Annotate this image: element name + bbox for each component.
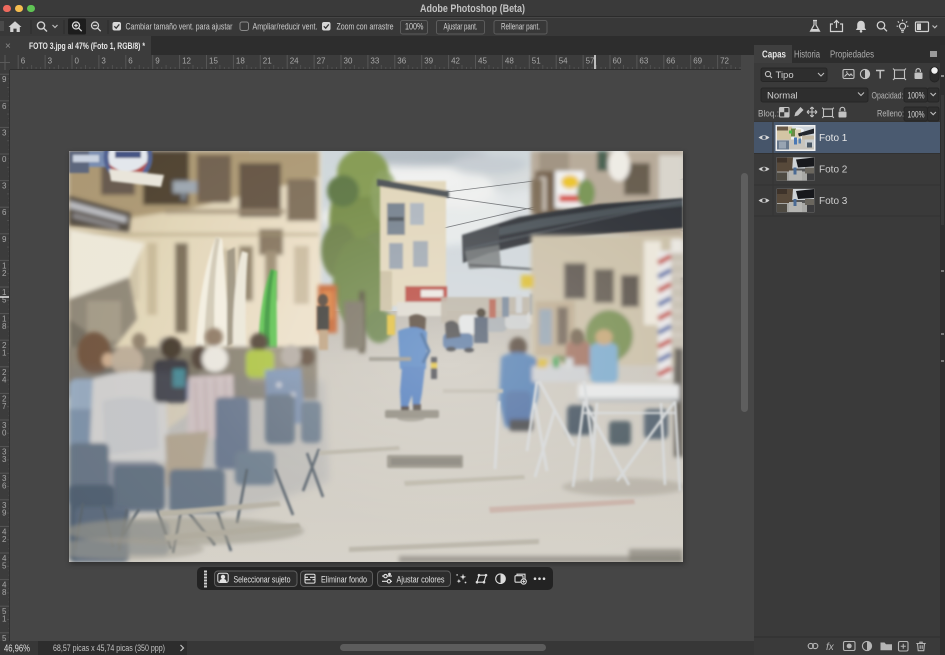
svg-text:9: 9 (2, 235, 7, 244)
svg-text:6: 6 (2, 102, 7, 111)
svg-text:57: 57 (586, 57, 595, 66)
svg-text:3: 3 (2, 128, 7, 137)
svg-text:6: 6 (2, 208, 7, 217)
svg-text:Tipo: Tipo (776, 70, 794, 81)
svg-text:0: 0 (2, 155, 7, 164)
svg-text:6: 6 (21, 57, 26, 66)
svg-text:Foto 3: Foto 3 (819, 196, 848, 207)
svg-text:Foto 2: Foto 2 (819, 165, 848, 176)
svg-text:9: 9 (155, 57, 160, 66)
svg-text:0: 0 (75, 57, 80, 66)
svg-text:Normal: Normal (767, 91, 798, 102)
svg-text:3: 3 (2, 182, 7, 191)
svg-text:100%: 100% (405, 22, 424, 33)
svg-text:7: 7 (2, 402, 7, 411)
svg-text:45: 45 (478, 57, 487, 66)
svg-text:60: 60 (613, 57, 622, 66)
svg-text:Zoom con arrastre: Zoom con arrastre (337, 22, 394, 33)
svg-text:3: 3 (2, 455, 7, 464)
svg-text:9: 9 (2, 508, 7, 517)
svg-text:8: 8 (2, 588, 7, 597)
svg-text:33: 33 (370, 57, 379, 66)
svg-text:×: × (5, 41, 11, 52)
svg-text:fx: fx (826, 642, 835, 653)
svg-text:1: 1 (2, 349, 7, 358)
svg-text:Propiedades: Propiedades (830, 50, 874, 61)
svg-text:15: 15 (209, 57, 218, 66)
svg-text:Cambiar tamaño vent. para ajus: Cambiar tamaño vent. para ajustar (126, 22, 233, 33)
svg-text:Adobe Photoshop (Beta): Adobe Photoshop (Beta) (420, 3, 525, 15)
svg-text:Relleno:: Relleno: (877, 109, 904, 120)
svg-text:5: 5 (2, 562, 7, 571)
svg-text:FOTO 3.jpg al 47% (Foto 1, RGB: FOTO 3.jpg al 47% (Foto 1, RGB/8) * (29, 41, 145, 52)
svg-text:0: 0 (2, 429, 7, 438)
svg-text:Eliminar fondo: Eliminar fondo (321, 574, 367, 585)
svg-text:39: 39 (424, 57, 433, 66)
svg-text:Foto 1: Foto 1 (819, 133, 848, 144)
svg-text:46,96%: 46,96% (4, 644, 30, 655)
svg-text:Bloq.:: Bloq.: (758, 109, 779, 120)
svg-text:5: 5 (2, 634, 7, 641)
svg-text:24: 24 (290, 57, 299, 66)
svg-text:69: 69 (693, 57, 702, 66)
svg-text:51: 51 (532, 57, 541, 66)
svg-text:9: 9 (2, 75, 7, 84)
svg-text:Opacidad:: Opacidad: (872, 91, 904, 102)
svg-text:66: 66 (666, 57, 675, 66)
svg-text:36: 36 (397, 57, 406, 66)
svg-text:6: 6 (2, 482, 7, 491)
svg-text:100%: 100% (908, 110, 925, 121)
svg-text:12: 12 (182, 57, 191, 66)
svg-text:54: 54 (559, 57, 568, 66)
svg-text:2: 2 (2, 269, 7, 278)
svg-text:3: 3 (101, 57, 106, 66)
svg-text:27: 27 (317, 57, 326, 66)
svg-text:Historia: Historia (794, 50, 820, 61)
svg-text:72: 72 (720, 57, 729, 66)
svg-text:Rellenar pant.: Rellenar pant. (501, 22, 540, 33)
svg-text:18: 18 (236, 57, 245, 66)
svg-text:63: 63 (639, 57, 648, 66)
svg-text:Ajustar colores: Ajustar colores (397, 574, 445, 585)
svg-text:68,57 picas x 45,74 picas (350: 68,57 picas x 45,74 picas (350 ppp) (53, 643, 165, 653)
svg-text:Capas: Capas (762, 50, 786, 61)
svg-text:48: 48 (505, 57, 514, 66)
svg-text:100%: 100% (908, 91, 925, 102)
svg-text:Ampliar/reducir vent.: Ampliar/reducir vent. (253, 22, 318, 33)
svg-text:21: 21 (263, 57, 272, 66)
svg-text:Ajustar pant.: Ajustar pant. (444, 22, 478, 33)
svg-text:42: 42 (451, 57, 460, 66)
svg-text:8: 8 (2, 322, 7, 331)
svg-text:3: 3 (48, 57, 53, 66)
svg-text:2: 2 (2, 535, 7, 544)
svg-text:4: 4 (2, 375, 7, 384)
svg-text:1: 1 (2, 615, 7, 624)
svg-text:30: 30 (344, 57, 353, 66)
svg-text:Seleccionar sujeto: Seleccionar sujeto (234, 574, 291, 585)
svg-text:6: 6 (128, 57, 133, 66)
